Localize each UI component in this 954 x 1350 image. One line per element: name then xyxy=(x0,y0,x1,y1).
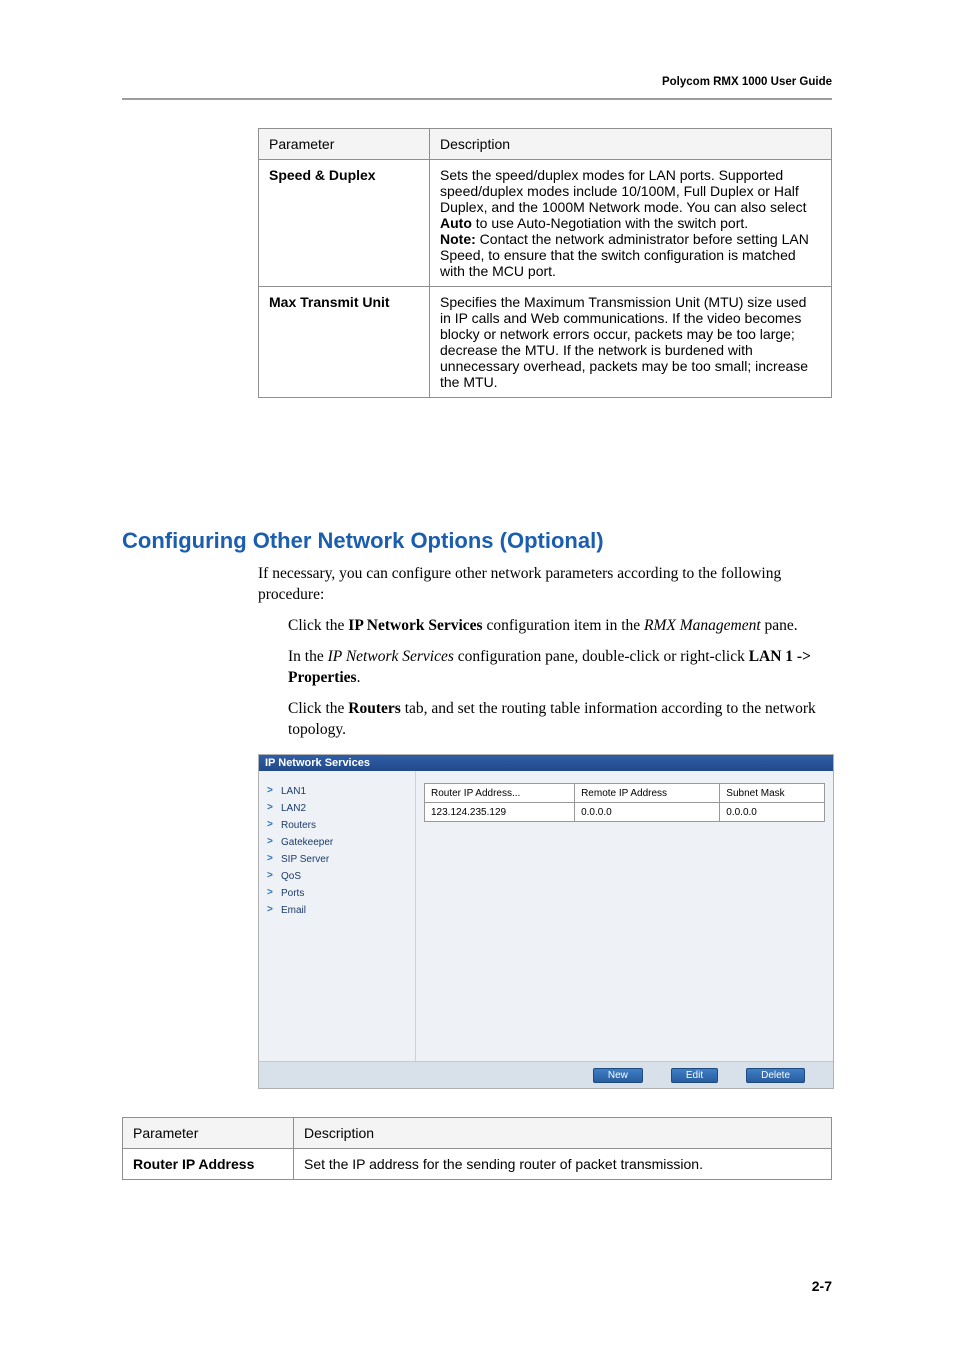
col-router-ip[interactable]: Router IP Address... xyxy=(425,784,575,803)
nav-item-routers[interactable]: Routers xyxy=(267,817,407,834)
param-desc-table-2: Parameter Description Router IP Address … xyxy=(122,1117,832,1180)
edit-button[interactable]: Edit xyxy=(671,1068,718,1083)
new-button[interactable]: New xyxy=(593,1068,643,1083)
nav-item-email[interactable]: Email xyxy=(267,902,407,919)
page-number: 2-7 xyxy=(812,1278,832,1294)
nav-item-sip-server[interactable]: SIP Server xyxy=(267,851,407,868)
dialog-content: Router IP Address... Remote IP Address S… xyxy=(416,771,833,1061)
table2-head-desc: Description xyxy=(294,1118,832,1149)
nav-item-ports[interactable]: Ports xyxy=(267,885,407,902)
table1-row1-param: Max Transmit Unit xyxy=(259,287,430,398)
table1-row0-desc: Sets the speed/duplex modes for LAN port… xyxy=(430,160,832,287)
table2-row0-desc: Set the IP address for the sending route… xyxy=(294,1149,832,1180)
ip-network-services-dialog: IP Network Services LAN1 LAN2 Routers Ga… xyxy=(258,754,834,1089)
table1-row0-param: Speed & Duplex xyxy=(259,160,430,287)
table-row: Max Transmit Unit Specifies the Maximum … xyxy=(259,287,832,398)
header-rule xyxy=(122,98,832,100)
dialog-footer: New Edit Delete xyxy=(259,1061,833,1088)
table1-head-desc: Description xyxy=(430,129,832,160)
table2-row0-param: Router IP Address xyxy=(123,1149,294,1180)
nav-item-lan2[interactable]: LAN2 xyxy=(267,800,407,817)
header-title: Polycom RMX 1000 User Guide xyxy=(662,76,832,88)
routers-table[interactable]: Router IP Address... Remote IP Address S… xyxy=(424,783,825,822)
intro-text: If necessary, you can configure other ne… xyxy=(258,564,832,606)
table-row: Speed & Duplex Sets the speed/duplex mod… xyxy=(259,160,832,287)
dialog-title: IP Network Services xyxy=(259,755,833,771)
step-3: 3 Click the Routers tab, and set the rou… xyxy=(288,699,832,741)
nav-item-gatekeeper[interactable]: Gatekeeper xyxy=(267,834,407,851)
nav-item-qos[interactable]: QoS xyxy=(267,868,407,885)
table-row: Router IP Address Set the IP address for… xyxy=(123,1149,832,1180)
table1-head-param: Parameter xyxy=(259,129,430,160)
cell-subnet-mask: 0.0.0.0 xyxy=(720,803,825,822)
step-1: 1 Click the IP Network Services configur… xyxy=(288,616,832,637)
param-desc-table-1: Parameter Description Speed & Duplex Set… xyxy=(258,128,832,398)
cell-router-ip: 123.124.235.129 xyxy=(425,803,575,822)
step-2: 2 In the IP Network Services configurati… xyxy=(288,647,832,689)
cell-remote-ip: 0.0.0.0 xyxy=(575,803,720,822)
table-row[interactable]: 123.124.235.129 0.0.0.0 0.0.0.0 xyxy=(425,803,825,822)
table1-row1-desc: Specifies the Maximum Transmission Unit … xyxy=(430,287,832,398)
table2-head-param: Parameter xyxy=(123,1118,294,1149)
col-remote-ip[interactable]: Remote IP Address xyxy=(575,784,720,803)
nav-item-lan1[interactable]: LAN1 xyxy=(267,783,407,800)
section-heading: Configuring Other Network Options (Optio… xyxy=(122,528,832,554)
col-subnet-mask[interactable]: Subnet Mask xyxy=(720,784,825,803)
delete-button[interactable]: Delete xyxy=(746,1068,805,1083)
dialog-nav: LAN1 LAN2 Routers Gatekeeper SIP Server … xyxy=(259,771,416,1061)
